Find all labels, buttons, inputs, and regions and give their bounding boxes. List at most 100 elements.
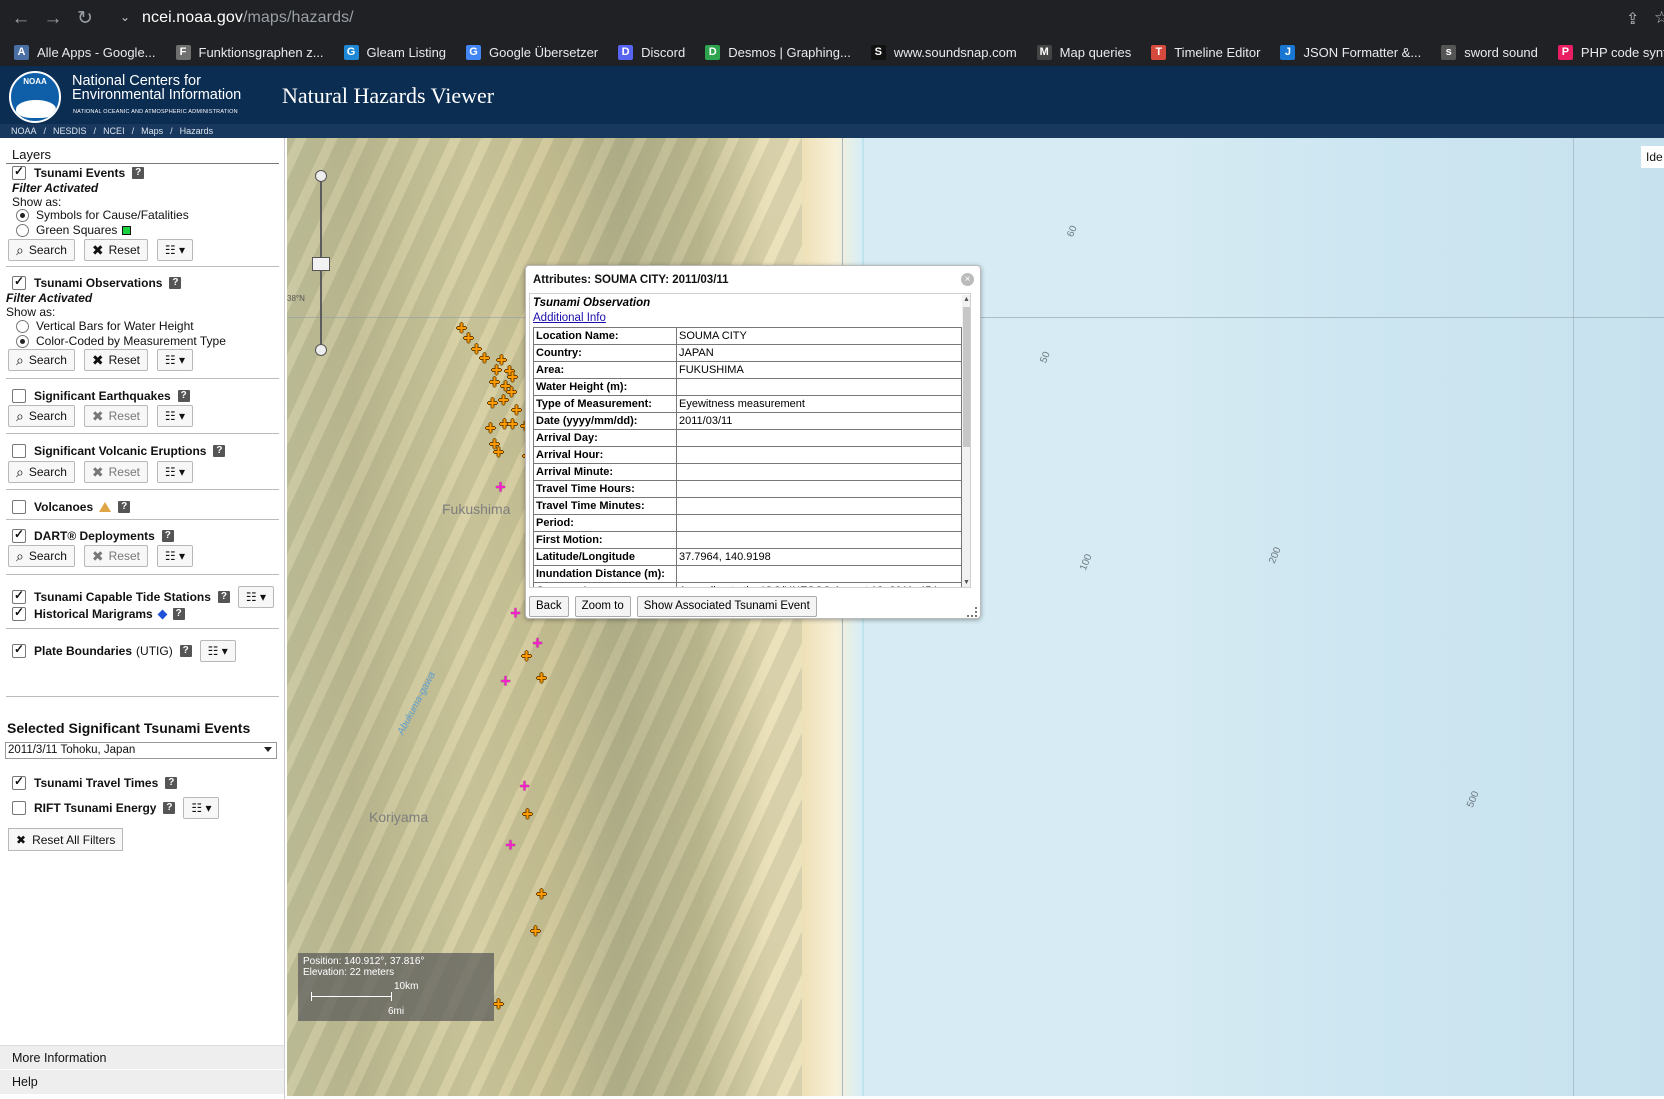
significant-earthquakes-checkbox[interactable] — [12, 389, 26, 403]
legend-dropdown-button[interactable]: ☷ ▾ — [156, 349, 193, 371]
breadcrumb-link[interactable]: NCEI — [103, 126, 125, 136]
radio-color-coded[interactable] — [16, 334, 29, 348]
help-icon[interactable]: ? — [169, 277, 182, 289]
plate-boundaries-checkbox[interactable] — [12, 642, 26, 658]
legend-dropdown-button[interactable]: ☷ ▾ — [156, 545, 193, 567]
bookmark-item[interactable]: Swww.soundsnap.com — [857, 40, 1023, 64]
observation-marker-magenta[interactable]: + — [504, 836, 517, 854]
dart-reset-button[interactable]: ✖ Reset — [83, 545, 148, 567]
bookmark-item[interactable]: s sword sound — [1427, 40, 1544, 64]
breadcrumb-link[interactable]: Hazards — [180, 126, 214, 136]
ncei-title[interactable]: National Centers for Environmental Inform… — [72, 74, 241, 103]
observation-marker[interactable]: + — [535, 885, 548, 903]
star-icon[interactable]: ☆ — [1654, 8, 1664, 28]
observation-marker-magenta[interactable]: + — [531, 634, 544, 652]
chevron-down-icon[interactable]: ⌄ — [120, 10, 130, 24]
breadcrumb-link[interactable]: NESDIS — [53, 126, 87, 136]
observation-marker-magenta[interactable]: + — [499, 672, 512, 690]
observation-marker[interactable]: + — [486, 394, 499, 412]
resize-grip[interactable] — [967, 607, 977, 617]
share-icon[interactable]: ⇪ — [1626, 9, 1639, 29]
observation-marker-magenta[interactable]: + — [518, 777, 531, 795]
help-icon[interactable]: ? — [213, 445, 226, 457]
popup-scrollbar[interactable]: ▲ ▼ — [962, 295, 970, 587]
back-button[interactable]: Back — [529, 596, 569, 617]
help-icon[interactable]: ? — [161, 530, 174, 542]
observation-marker[interactable]: + — [521, 805, 534, 823]
dart-search-button[interactable]: ⌕ Search — [8, 545, 75, 567]
rift-energy-checkbox[interactable] — [12, 801, 26, 815]
marigrams-checkbox[interactable] — [12, 605, 26, 621]
help-icon[interactable]: ? — [179, 645, 192, 657]
travel-times-checkbox[interactable] — [12, 774, 26, 790]
tsunami-observations-checkbox[interactable] — [12, 274, 26, 290]
help-link[interactable]: Help — [0, 1070, 284, 1094]
bookmark-item[interactable]: D Discord — [604, 40, 691, 64]
help-icon[interactable]: ? — [177, 390, 190, 402]
dart-checkbox[interactable] — [12, 527, 26, 543]
earthquakes-reset-button[interactable]: ✖ Reset — [83, 405, 148, 427]
help-icon[interactable]: ? — [217, 591, 230, 603]
legend-dropdown-button[interactable]: ☷ ▾ — [183, 797, 220, 819]
observation-marker[interactable]: + — [506, 415, 519, 433]
tsunami-events-reset-button[interactable]: ✖ Reset — [83, 239, 148, 261]
volcanoes-checkbox[interactable] — [12, 500, 26, 514]
tsunami-observations-search-button[interactable]: ⌕ Search — [8, 349, 75, 371]
vertical-bars-option[interactable]: Vertical Bars for Water Height — [16, 319, 194, 333]
bookmark-item[interactable]: A Alle Apps - Google... — [0, 40, 162, 64]
bookmark-item[interactable]: M Map queries — [1023, 40, 1138, 64]
back-arrow-icon[interactable]: ← — [10, 8, 32, 30]
bookmark-item[interactable]: G Gleam Listing — [330, 40, 452, 64]
help-icon[interactable]: ? — [165, 777, 178, 789]
bookmark-item[interactable]: G Google Übersetzer — [452, 40, 604, 64]
color-coded-option[interactable]: Color-Coded by Measurement Type — [16, 334, 226, 348]
scroll-thumb[interactable] — [963, 307, 970, 447]
observation-marker-magenta[interactable]: + — [509, 604, 522, 622]
legend-dropdown-button[interactable]: ☷ ▾ — [156, 461, 193, 483]
observation-marker[interactable]: + — [535, 669, 548, 687]
close-icon[interactable]: × — [961, 273, 974, 286]
additional-info-link[interactable]: Additional Info — [533, 312, 606, 324]
tsunami-events-symbols-option[interactable]: Symbols for Cause/Fatalities — [16, 208, 189, 222]
earthquakes-search-button[interactable]: ⌕ Search — [8, 405, 75, 427]
observation-marker[interactable]: + — [488, 373, 501, 391]
breadcrumb-link[interactable]: NOAA — [11, 126, 37, 136]
volcanic-eruptions-checkbox[interactable] — [12, 444, 26, 458]
legend-dropdown-button[interactable]: ☷ ▾ — [156, 405, 193, 427]
zoom-in-button[interactable] — [315, 170, 327, 182]
reload-icon[interactable]: ↻ — [74, 8, 96, 30]
zoom-out-button[interactable] — [315, 344, 327, 356]
scroll-up-icon[interactable]: ▲ — [963, 296, 970, 303]
radio-green-squares[interactable] — [16, 223, 29, 237]
tide-stations-checkbox[interactable] — [12, 588, 26, 604]
forward-arrow-icon[interactable]: → — [42, 8, 64, 30]
breadcrumb-link[interactable]: Maps — [141, 126, 163, 136]
volcanic-reset-button[interactable]: ✖ Reset — [83, 461, 148, 483]
event-select[interactable]: 2011/3/11 Tohoku, Japan — [5, 742, 277, 759]
bookmark-item[interactable]: D Desmos | Graphing... — [691, 40, 857, 64]
radio-symbols[interactable] — [16, 208, 29, 222]
bookmark-item[interactable]: J JSON Formatter &... — [1266, 40, 1427, 64]
reset-all-filters-button[interactable]: ✖ Reset All Filters — [8, 828, 124, 851]
zoom-slider[interactable] — [312, 170, 330, 356]
bookmark-item[interactable]: F Funktionsgraphen z... — [162, 40, 330, 64]
noaa-logo[interactable]: NOAA — [9, 71, 61, 123]
show-associated-event-button[interactable]: Show Associated Tsunami Event — [636, 596, 817, 617]
legend-dropdown-button[interactable]: ☷ ▾ — [237, 586, 274, 608]
volcanic-search-button[interactable]: ⌕ Search — [8, 461, 75, 483]
observation-marker[interactable]: + — [529, 922, 542, 940]
identify-tab[interactable]: Ide — [1641, 146, 1664, 168]
observation-marker[interactable]: + — [488, 435, 501, 453]
help-icon[interactable]: ? — [118, 501, 131, 513]
legend-dropdown-button[interactable]: ☷ ▾ — [199, 640, 236, 662]
help-icon[interactable]: ? — [163, 802, 176, 814]
observation-marker-magenta[interactable]: + — [494, 478, 507, 496]
url-text[interactable]: ncei.noaa.gov/maps/hazards/ — [142, 9, 354, 27]
tsunami-events-green-option[interactable]: Green Squares — [16, 223, 132, 237]
radio-vertical-bars[interactable] — [16, 319, 29, 333]
bookmark-item[interactable]: P PHP code syntax ch... — [1544, 40, 1664, 64]
help-icon[interactable]: ? — [132, 167, 145, 179]
zoom-to-button[interactable]: Zoom to — [574, 596, 631, 617]
legend-dropdown-button[interactable]: ☷ ▾ — [156, 239, 193, 261]
tsunami-events-search-button[interactable]: ⌕ Search — [8, 239, 75, 261]
